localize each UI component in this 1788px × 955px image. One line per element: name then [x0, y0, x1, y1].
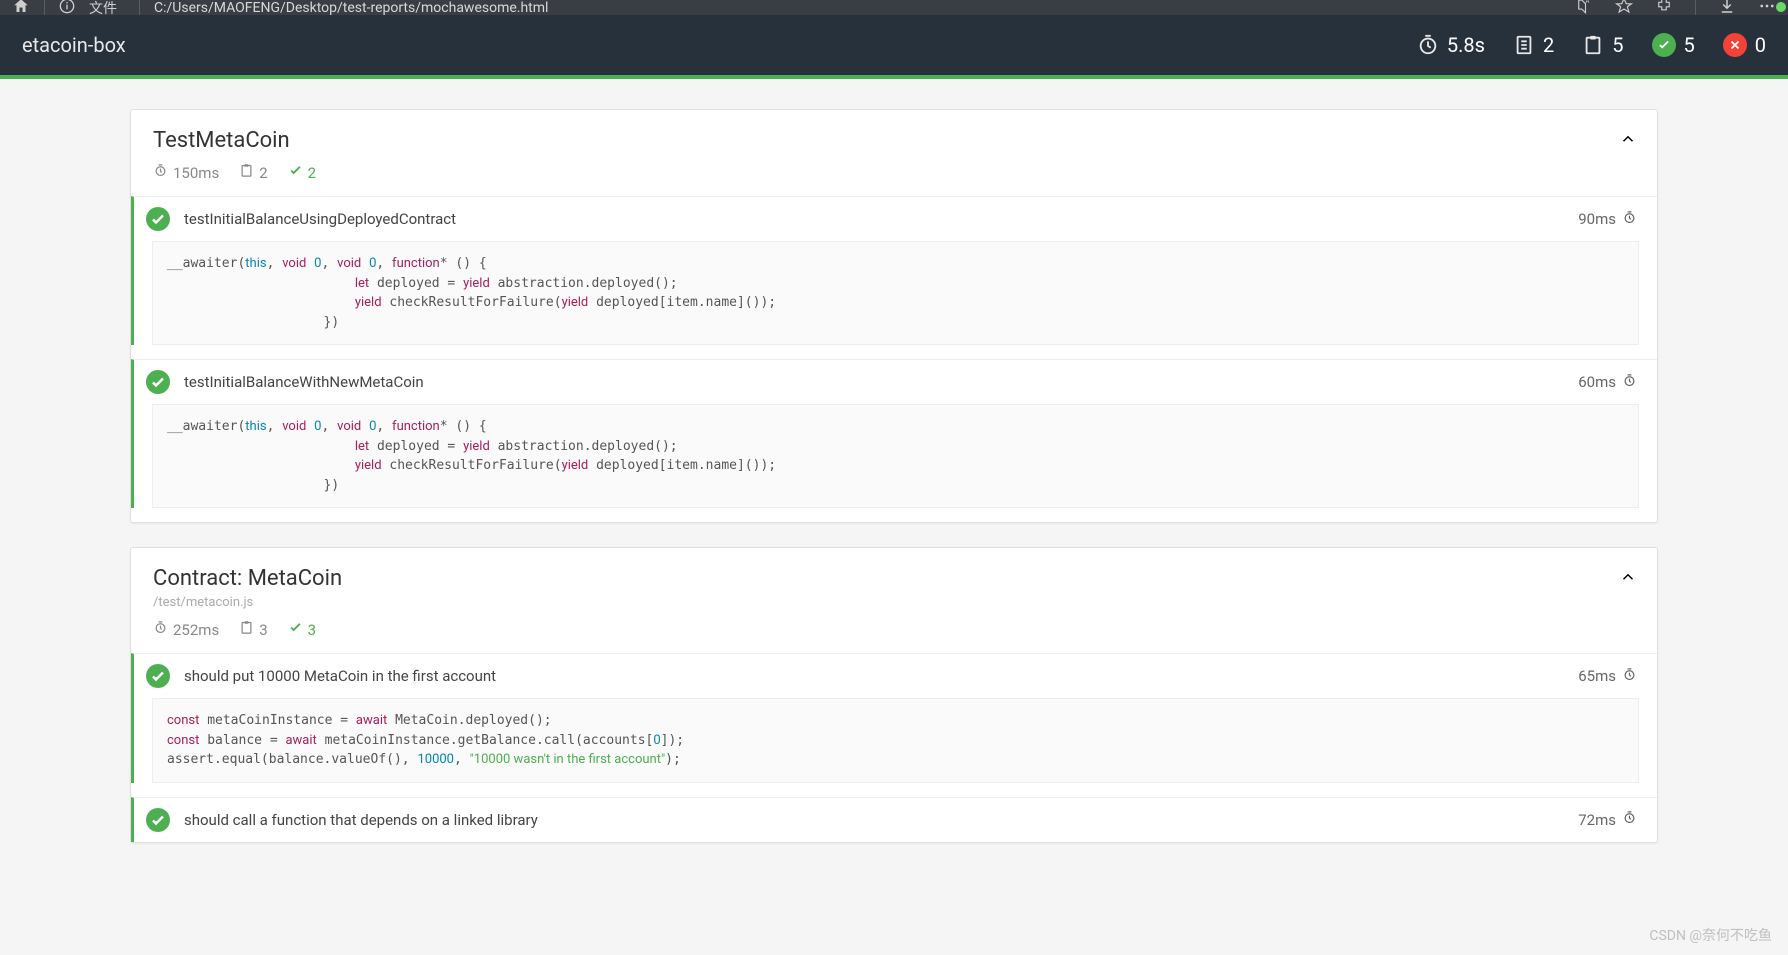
- divider: [139, 0, 140, 15]
- test-header[interactable]: should put 10000 MetaCoin in the first a…: [134, 654, 1657, 698]
- chevron-up-icon[interactable]: [1619, 568, 1637, 590]
- test-name: should call a function that depends on a…: [184, 811, 1564, 829]
- stat-tests: 5: [1582, 33, 1623, 57]
- svg-text:A: A: [1586, 0, 1590, 5]
- test-header[interactable]: testInitialBalanceUsingDeployedContract …: [134, 197, 1657, 241]
- test-duration: 72ms: [1578, 810, 1637, 829]
- extensions-icon[interactable]: [1655, 0, 1673, 15]
- chevron-up-icon[interactable]: [1619, 130, 1637, 152]
- suite-duration: 252ms: [153, 620, 219, 639]
- timer-icon: [1622, 373, 1637, 392]
- report-title: etacoin-box: [22, 33, 126, 57]
- suite: TestMetaCoin 150ms 2 2 testInitialBalanc…: [130, 109, 1658, 523]
- test-duration: 60ms: [1578, 373, 1637, 392]
- url-path[interactable]: C:/Users/MAOFENG/Desktop/test-reports/mo…: [154, 0, 548, 15]
- suite-header[interactable]: Contract: MetaCoin /test/metacoin.js 252…: [131, 548, 1657, 653]
- stat-passes: 5: [1652, 33, 1695, 57]
- watermark: CSDN @奈何不吃鱼: [1649, 925, 1772, 945]
- test: should call a function that depends on a…: [131, 797, 1657, 842]
- home-icon[interactable]: [12, 0, 30, 15]
- suite-pass-count: 3: [288, 620, 316, 639]
- code-block: __awaiter(this, void 0, void 0, function…: [152, 404, 1639, 508]
- suite-file: /test/metacoin.js: [153, 595, 1635, 610]
- test: testInitialBalanceUsingDeployedContract …: [131, 196, 1657, 345]
- download-icon[interactable]: [1718, 0, 1736, 15]
- info-icon[interactable]: [59, 0, 75, 15]
- suite-header[interactable]: TestMetaCoin 150ms 2 2: [131, 110, 1657, 196]
- suite-test-count: 2: [239, 163, 267, 182]
- duration-value: 5.8s: [1447, 33, 1485, 57]
- clipboard-icon: [239, 163, 254, 182]
- url-file-label: 文件: [89, 0, 117, 15]
- timer-icon: [153, 163, 168, 182]
- read-aloud-icon[interactable]: A: [1575, 0, 1593, 15]
- stat-suites: 2: [1513, 33, 1554, 57]
- stat-duration: 5.8s: [1417, 33, 1485, 57]
- test: should put 10000 MetaCoin in the first a…: [131, 653, 1657, 783]
- stat-failures: 0: [1723, 33, 1766, 57]
- divider: [44, 0, 45, 15]
- profile-indicator[interactable]: [1776, 2, 1786, 12]
- test-duration: 90ms: [1578, 210, 1637, 229]
- report-body: TestMetaCoin 150ms 2 2 testInitialBalanc…: [0, 79, 1788, 897]
- pass-icon: [146, 207, 170, 231]
- browser-chrome-bar: 文件 C:/Users/MAOFENG/Desktop/test-reports…: [0, 0, 1788, 15]
- clipboard-icon: [239, 620, 254, 639]
- test-header[interactable]: testInitialBalanceWithNewMetaCoin 60ms: [134, 360, 1657, 404]
- test: testInitialBalanceWithNewMetaCoin 60ms _…: [131, 359, 1657, 508]
- failures-value: 0: [1755, 33, 1766, 57]
- code-block: __awaiter(this, void 0, void 0, function…: [152, 241, 1639, 345]
- test-name: testInitialBalanceUsingDeployedContract: [184, 210, 1564, 228]
- test-name: testInitialBalanceWithNewMetaCoin: [184, 373, 1564, 391]
- suite: Contract: MetaCoin /test/metacoin.js 252…: [130, 547, 1658, 843]
- pass-icon: [146, 664, 170, 688]
- timer-icon: [153, 620, 168, 639]
- more-icon[interactable]: [1758, 0, 1776, 15]
- timer-icon: [1622, 667, 1637, 686]
- suite-pass-count: 2: [288, 163, 316, 182]
- divider: [1695, 0, 1696, 15]
- check-icon: [1652, 33, 1676, 57]
- timer-icon: [1622, 810, 1637, 829]
- test-header[interactable]: should call a function that depends on a…: [134, 798, 1657, 842]
- suite-title: Contract: MetaCoin: [153, 566, 1635, 591]
- code-block: const metaCoinInstance = await MetaCoin.…: [152, 698, 1639, 783]
- report-header: etacoin-box 5.8s 2 5 5 0: [0, 15, 1788, 75]
- tests-value: 5: [1612, 33, 1623, 57]
- x-icon: [1723, 33, 1747, 57]
- favorite-icon[interactable]: [1615, 0, 1633, 15]
- suite-test-count: 3: [239, 620, 267, 639]
- passes-value: 5: [1684, 33, 1695, 57]
- suite-title: TestMetaCoin: [153, 128, 1635, 153]
- check-icon: [288, 620, 303, 639]
- test-duration: 65ms: [1578, 667, 1637, 686]
- timer-icon: [1622, 210, 1637, 229]
- pass-icon: [146, 370, 170, 394]
- suites-value: 2: [1543, 33, 1554, 57]
- suite-duration: 150ms: [153, 163, 219, 182]
- test-name: should put 10000 MetaCoin in the first a…: [184, 667, 1564, 685]
- check-icon: [288, 163, 303, 182]
- pass-icon: [146, 808, 170, 832]
